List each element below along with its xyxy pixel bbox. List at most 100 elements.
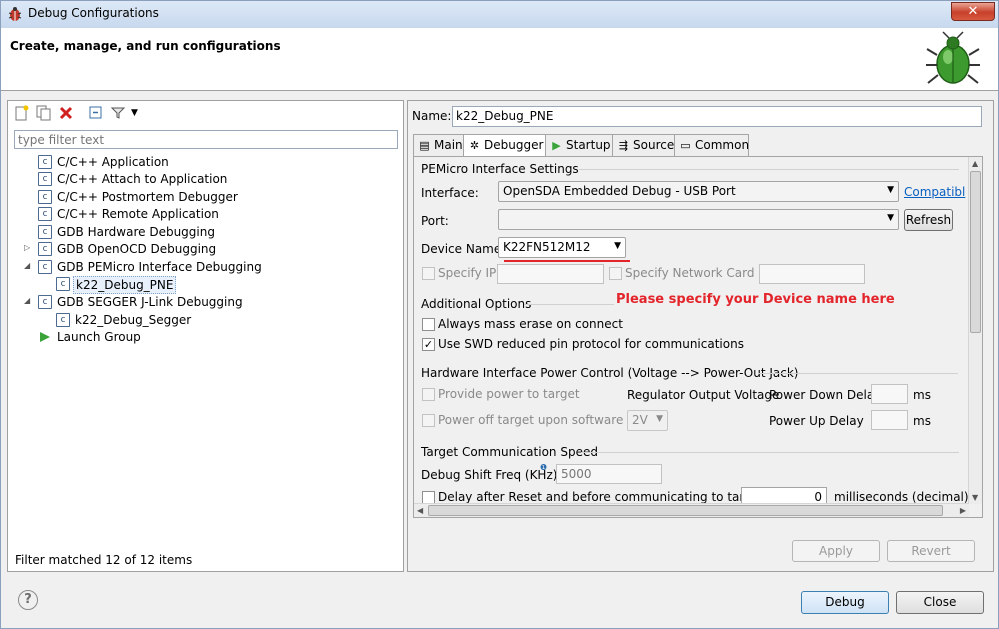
eclipse-bug-icon: [8, 7, 22, 21]
scroll-left-arrow-icon[interactable]: ◀: [417, 506, 423, 515]
debug-button[interactable]: Debug: [801, 591, 889, 614]
revert-button[interactable]: Revert: [887, 540, 975, 562]
window-close-button[interactable]: ✕: [951, 2, 995, 21]
tab-label: Main: [434, 138, 463, 152]
specify-ip-label: Specify IP: [438, 266, 497, 280]
close-button[interactable]: Close: [896, 591, 984, 614]
refresh-button[interactable]: Refresh: [904, 209, 953, 231]
dialog-heading: Create, manage, and run configurations: [10, 39, 281, 53]
play-icon: ▶: [552, 139, 561, 152]
debug-shift-freq-input[interactable]: 5000: [556, 464, 662, 484]
interface-label: Interface:: [421, 186, 479, 200]
power-off-label: Power off target upon software exit: [438, 413, 650, 427]
expand-chevron-right-icon[interactable]: ▷: [24, 243, 34, 255]
tab-common[interactable]: ▭ Common: [674, 134, 749, 156]
debug-bug-icon: [926, 31, 980, 84]
tree-item-label: C/C++ Application: [57, 155, 169, 169]
c-config-icon: c: [38, 190, 52, 204]
tab-debugger[interactable]: ✲ Debugger: [463, 134, 546, 157]
delay-after-reset-input[interactable]: 0: [741, 487, 827, 504]
dialog-header: Create, manage, and run configurations: [1, 28, 998, 91]
c-config-icon: c: [38, 242, 52, 256]
tree-item-label: C/C++ Attach to Application: [57, 172, 228, 186]
debug-shift-freq-label: Debug Shift Freq (KHz): [421, 468, 558, 482]
collapse-all-icon[interactable]: [87, 104, 105, 122]
provide-power-checkbox[interactable]: [422, 388, 435, 401]
collapse-chevron-down-icon[interactable]: ◢: [24, 296, 34, 308]
group-divider: [524, 304, 614, 305]
chevron-down-icon: ▼: [887, 185, 894, 195]
configuration-tree-panel: ▼ c C/C++ Application c C/C++ Attach to …: [7, 100, 404, 572]
play-icon: [40, 332, 50, 342]
device-underline-annotation: [504, 260, 630, 262]
interface-select[interactable]: OpenSDA Embedded Debug - USB Port ▼: [498, 181, 899, 202]
bug-tab-icon: ✲: [469, 139, 480, 152]
mass-erase-checkbox[interactable]: [422, 318, 435, 331]
tab-label: Source: [633, 138, 675, 152]
ip-address-input[interactable]: [497, 264, 604, 284]
help-icon[interactable]: ?: [18, 590, 38, 610]
interface-selected-value: OpenSDA Embedded Debug - USB Port: [503, 184, 736, 198]
tree-item-label: GDB OpenOCD Debugging: [57, 242, 217, 256]
apply-button[interactable]: Apply: [792, 540, 880, 562]
group-divider: [581, 452, 959, 453]
comm-speed-title: Target Communication Speed: [421, 445, 598, 459]
title-bar: Debug Configurations ✕: [1, 1, 998, 28]
network-card-ip-input[interactable]: [759, 264, 865, 284]
tree-item-label: GDB SEGGER J-Link Debugging: [57, 295, 243, 309]
tab-startup[interactable]: ▶ Startup: [545, 134, 613, 156]
debugger-settings-scroll-area: PEMicro Interface Settings Interface: Op…: [414, 157, 969, 504]
horizontal-scrollbar[interactable]: ◀ ▶: [414, 503, 969, 517]
tab-main[interactable]: ▤ Main: [413, 134, 464, 156]
specify-network-card-checkbox[interactable]: [609, 267, 622, 280]
provide-power-label: Provide power to target: [438, 387, 580, 401]
info-icon: ❶: [540, 463, 548, 472]
c-config-icon: c: [38, 260, 52, 274]
device-name-select[interactable]: K22FN512M12 ▼: [498, 237, 626, 258]
swd-label: Use SWD reduced pin protocol for communi…: [438, 337, 744, 351]
power-up-delay-input[interactable]: [871, 410, 908, 430]
pemicro-group-title: PEMicro Interface Settings: [421, 162, 579, 176]
tree-item-label: C/C++ Remote Application: [57, 207, 219, 221]
device-name-annotation: Please specify your Device name here: [616, 292, 895, 307]
device-name-label: Device Name:: [421, 242, 506, 256]
additional-options-title: Additional Options: [421, 297, 532, 311]
c-config-icon: c: [38, 295, 52, 309]
tab-source[interactable]: ⇶ Source: [612, 134, 675, 156]
tree-item-label: GDB PEMicro Interface Debugging: [57, 260, 262, 274]
power-off-checkbox[interactable]: [422, 414, 435, 427]
scroll-down-arrow-icon[interactable]: ▼: [972, 493, 978, 502]
filter-input[interactable]: [14, 130, 398, 149]
filter-status: Filter matched 12 of 12 items: [15, 553, 193, 567]
debug-configurations-window: Debug Configurations ✕ Create, manage, a…: [0, 0, 999, 629]
delete-config-icon[interactable]: [57, 104, 75, 122]
scroll-right-arrow-icon[interactable]: ▶: [960, 506, 966, 515]
main-tab-icon: ▤: [419, 139, 430, 152]
specify-network-card-label: Specify Network Card IP: [625, 266, 770, 280]
new-config-icon[interactable]: [13, 104, 31, 122]
debugger-tab-content: PEMicro Interface Settings Interface: Op…: [413, 156, 983, 518]
duplicate-config-icon[interactable]: [35, 104, 53, 122]
filter-configs-icon[interactable]: [109, 104, 127, 122]
tab-label: Startup: [566, 138, 611, 152]
horizontal-scroll-thumb[interactable]: [428, 505, 943, 516]
vertical-scroll-thumb[interactable]: [970, 171, 981, 333]
c-config-icon: c: [38, 172, 52, 186]
power-down-delay-input[interactable]: [871, 384, 908, 404]
tree-item-label: Launch Group: [57, 330, 141, 344]
vertical-scrollbar[interactable]: ▲ ▼: [968, 157, 982, 504]
ms-unit-label: ms: [913, 414, 931, 428]
view-menu-chevron-down-icon[interactable]: ▼: [131, 104, 149, 122]
c-config-icon: c: [38, 207, 52, 221]
compatibility-link[interactable]: Compatibl: [904, 185, 965, 199]
collapse-chevron-down-icon[interactable]: ◢: [24, 261, 34, 273]
common-icon: ▭: [680, 139, 691, 152]
scroll-up-arrow-icon[interactable]: ▲: [972, 159, 978, 168]
voltage-select[interactable]: 2V ▼: [627, 410, 668, 431]
specify-ip-checkbox[interactable]: [422, 267, 435, 280]
port-select[interactable]: ▼: [498, 209, 899, 230]
swd-checkbox[interactable]: ✓: [422, 338, 435, 351]
config-name-input[interactable]: k22_Debug_PNE: [452, 106, 982, 127]
delay-after-reset-label: Delay after Reset and before communicati…: [438, 490, 785, 504]
name-label: Name:: [412, 109, 452, 123]
